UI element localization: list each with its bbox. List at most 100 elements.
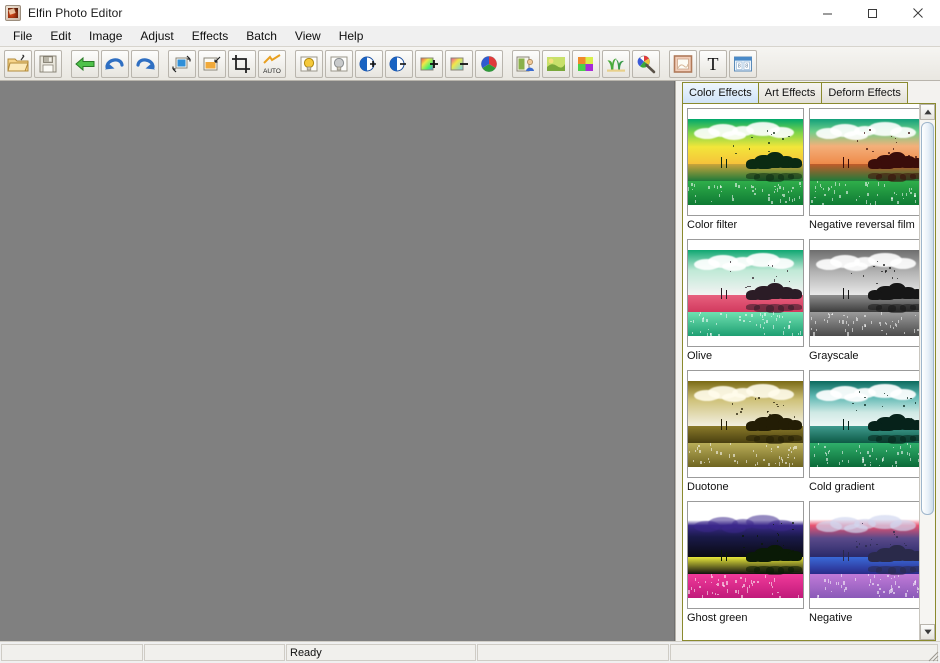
text-tool-icon[interactable]: T <box>699 49 727 78</box>
effect-thumbnail[interactable] <box>809 239 919 347</box>
art-effect-icon[interactable] <box>542 49 570 78</box>
scrollbar-thumb[interactable] <box>921 122 934 515</box>
effect-preview-image <box>810 119 919 205</box>
crop-icon[interactable] <box>228 49 256 78</box>
effect-preview-image <box>688 512 803 598</box>
effect-item[interactable]: Grayscale <box>809 239 919 370</box>
auto-level-icon[interactable]: AUTO <box>258 49 286 78</box>
effect-label: Color filter <box>687 219 738 231</box>
clipart-icon[interactable] <box>602 49 630 78</box>
effects-panel: Color Effects Art Effects Deform Effects… <box>675 81 940 641</box>
undo-icon[interactable] <box>101 49 129 78</box>
effect-label: Olive <box>687 350 713 362</box>
effect-label: Duotone <box>687 481 729 493</box>
toolbar: AUTO T 8 8 <box>0 47 940 81</box>
effects-scrollbar[interactable] <box>919 104 935 640</box>
window-title: Elfin Photo Editor <box>28 6 123 20</box>
scrollbar-track[interactable] <box>920 120 935 624</box>
tab-art-effects[interactable]: Art Effects <box>757 82 823 103</box>
close-icon[interactable] <box>895 0 940 26</box>
grass-texture <box>688 119 803 205</box>
status-pane-2 <box>144 644 285 661</box>
menu-item-file[interactable]: File <box>4 27 41 46</box>
status-bar: Ready <box>0 641 940 663</box>
effect-thumbnail[interactable] <box>687 501 804 609</box>
effect-label: Negative <box>809 612 853 624</box>
toolbar-separator <box>63 50 70 78</box>
effects-scroll-viewport: Color filter Negative reversal film Olive G… <box>683 104 919 640</box>
effect-thumbnail[interactable] <box>687 108 804 216</box>
effect-thumbnail[interactable] <box>687 370 804 478</box>
color-picker-icon[interactable] <box>632 49 660 78</box>
effect-thumbnail[interactable] <box>687 239 804 347</box>
canvas-size-icon[interactable] <box>198 49 226 78</box>
back-arrow-icon[interactable] <box>71 49 99 78</box>
minimize-icon[interactable] <box>805 0 850 26</box>
image-canvas[interactable] <box>0 81 675 641</box>
scroll-up-arrow-icon[interactable] <box>920 104 935 120</box>
effect-preview-image <box>810 512 919 598</box>
status-message: Ready <box>286 644 476 661</box>
contrast-down-icon[interactable] <box>385 49 413 78</box>
effect-item[interactable]: Color filter <box>687 108 805 239</box>
scroll-down-arrow-icon[interactable] <box>920 624 935 640</box>
effect-preview-image <box>810 381 919 467</box>
effect-item[interactable]: Olive <box>687 239 805 370</box>
main-area: Color Effects Art Effects Deform Effects… <box>0 81 940 641</box>
effect-preview-image <box>688 119 803 205</box>
window-controls <box>805 0 940 26</box>
color-balance-icon[interactable] <box>475 49 503 78</box>
saturation-up-icon[interactable] <box>415 49 443 78</box>
effect-label: Grayscale <box>809 350 859 362</box>
menu-item-edit[interactable]: Edit <box>41 27 80 46</box>
redo-icon[interactable] <box>131 49 159 78</box>
effect-thumbnail[interactable] <box>809 108 919 216</box>
grass-texture <box>688 250 803 336</box>
menu-item-batch[interactable]: Batch <box>237 27 286 46</box>
contrast-up-icon[interactable] <box>355 49 383 78</box>
effects-tab-content: Color filter Negative reversal film Olive G… <box>682 103 936 641</box>
saturation-down-icon[interactable] <box>445 49 473 78</box>
grass-texture <box>688 381 803 467</box>
title-bar: Elfin Photo Editor <box>0 0 940 26</box>
calendar-icon[interactable]: 8 8 <box>729 49 757 78</box>
border-icon[interactable] <box>669 49 697 78</box>
svg-text:AUTO: AUTO <box>263 68 281 75</box>
effect-thumbnail[interactable] <box>809 501 919 609</box>
effect-item[interactable]: Duotone <box>687 370 805 501</box>
effects-thumbnail-grid: Color filter Negative reversal film Olive G… <box>687 108 919 632</box>
color-effect-icon[interactable] <box>572 49 600 78</box>
save-disk-icon[interactable] <box>34 49 62 78</box>
effect-item[interactable]: Cold gradient <box>809 370 919 501</box>
menu-item-image[interactable]: Image <box>80 27 131 46</box>
tab-deform-effects[interactable]: Deform Effects <box>821 82 908 103</box>
menu-item-help[interactable]: Help <box>330 27 373 46</box>
app-window: Elfin Photo Editor File Edit Image Adjus… <box>0 0 940 663</box>
effect-item[interactable]: Negative reversal film <box>809 108 919 239</box>
svg-text:T: T <box>708 54 719 74</box>
tab-color-effects[interactable]: Color Effects <box>682 82 759 103</box>
grass-texture <box>810 381 919 467</box>
toolbar-separator <box>160 50 167 78</box>
menu-item-adjust[interactable]: Adjust <box>131 27 182 46</box>
effect-preview-image <box>688 250 803 336</box>
toolbar-separator <box>661 50 668 78</box>
effect-thumbnail[interactable] <box>809 370 919 478</box>
effect-label: Ghost green <box>687 612 748 624</box>
grass-texture <box>810 250 919 336</box>
effect-item[interactable]: Negative <box>809 501 919 632</box>
open-folder-icon[interactable] <box>4 49 32 78</box>
menu-item-effects[interactable]: Effects <box>183 27 237 46</box>
status-pane-1 <box>1 644 143 661</box>
grass-texture <box>688 512 803 598</box>
effect-preview-image <box>810 250 919 336</box>
resize-grip-icon[interactable] <box>925 648 939 662</box>
brightness-down-icon[interactable] <box>325 49 353 78</box>
photo-frame-icon[interactable] <box>512 49 540 78</box>
resize-image-icon[interactable] <box>168 49 196 78</box>
brightness-up-icon[interactable] <box>295 49 323 78</box>
maximize-icon[interactable] <box>850 0 895 26</box>
menu-item-view[interactable]: View <box>286 27 330 46</box>
effect-item[interactable]: Ghost green <box>687 501 805 632</box>
toolbar-separator <box>504 50 511 78</box>
